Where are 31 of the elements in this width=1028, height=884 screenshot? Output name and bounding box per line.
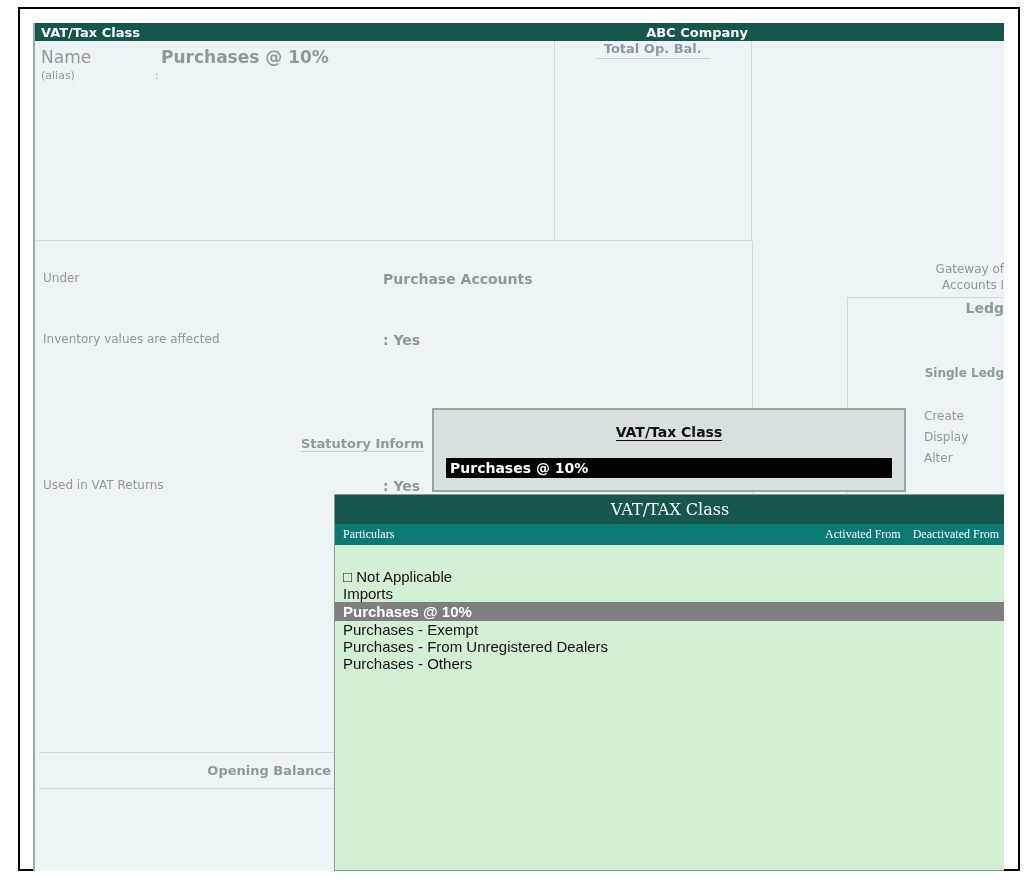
column-heading: Total Op. Bal. xyxy=(595,41,710,59)
list-item[interactable]: Imports xyxy=(335,585,1004,602)
field-label: Name xyxy=(41,47,93,67)
column-heading: Particulars xyxy=(343,527,396,542)
list-item[interactable]: Purchases - Others xyxy=(335,655,1004,672)
gateway-title: Gateway of xyxy=(935,261,1004,277)
column-heading: Deactivated From xyxy=(912,527,999,542)
field-separator: : xyxy=(155,69,159,82)
gateway-title: Accounts I xyxy=(941,277,1004,293)
list-item[interactable]: Purchases - From Unregistered Dealers xyxy=(335,638,1004,655)
panel-title: Ledg xyxy=(965,300,1004,316)
list-item[interactable]: □ Not Applicable xyxy=(335,568,1004,585)
input-field[interactable]: Purchases @ 10% xyxy=(446,458,892,478)
window-title: VAT/Tax Class xyxy=(41,24,140,40)
column-heading: Opening Balance xyxy=(207,763,332,778)
field-value: : Yes xyxy=(383,332,421,348)
field-label: Under xyxy=(43,271,81,285)
popup-title: VAT/TAX Class xyxy=(610,500,730,519)
field-value: : Yes xyxy=(383,478,421,494)
company-name: ABC Company xyxy=(646,24,748,40)
column-heading: Activated From xyxy=(825,527,901,542)
section-heading: Statutory Inform xyxy=(301,436,424,452)
list-item[interactable]: Purchases @ 10% xyxy=(335,602,1004,621)
field-value: Purchase Accounts xyxy=(383,271,533,287)
popup-title: VAT/Tax Class xyxy=(615,424,723,441)
section-heading: Single Ledg xyxy=(924,366,1004,380)
name-value: Purchases @ 10% xyxy=(161,47,329,67)
field-label: Inventory values are affected xyxy=(43,332,221,346)
field-label: Used in VAT Returns xyxy=(43,478,165,492)
list-item[interactable]: Purchases - Exempt xyxy=(335,621,1004,638)
field-label: (alias) xyxy=(41,69,76,82)
